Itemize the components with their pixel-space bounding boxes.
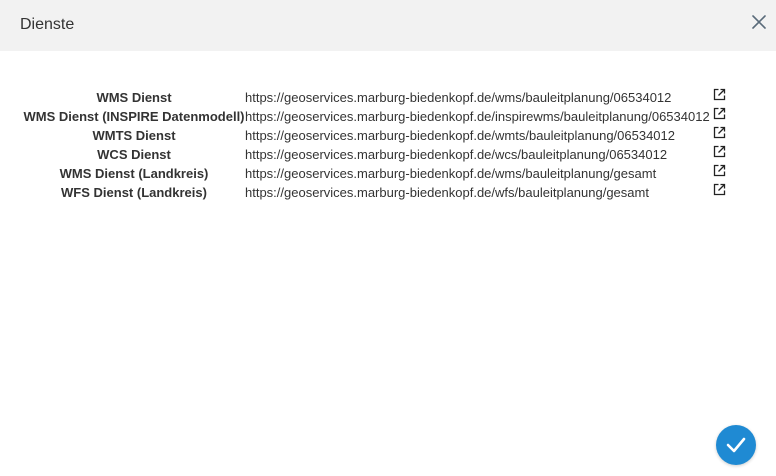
external-link-icon[interactable] xyxy=(713,145,726,158)
service-url[interactable]: https://geoservices.marburg-biedenkopf.d… xyxy=(245,88,671,107)
service-url[interactable]: https://geoservices.marburg-biedenkopf.d… xyxy=(245,145,667,164)
service-row: WMS Dienst https://geoservices.marburg-b… xyxy=(0,88,776,107)
dialog-header: Dienste xyxy=(0,0,776,51)
service-label: WMS Dienst (INSPIRE Datenmodell) xyxy=(23,109,245,124)
service-label: WCS Dienst xyxy=(97,147,171,162)
service-row: WMS Dienst (INSPIRE Datenmodell) https:/… xyxy=(0,107,776,126)
external-link-icon[interactable] xyxy=(713,126,726,139)
service-url[interactable]: https://geoservices.marburg-biedenkopf.d… xyxy=(245,126,675,145)
dialog-title: Dienste xyxy=(20,16,75,33)
service-row: WFS Dienst (Landkreis) https://geoservic… xyxy=(0,183,776,202)
external-link-icon[interactable] xyxy=(713,107,726,120)
service-row: WMS Dienst (Landkreis) https://geoservic… xyxy=(0,164,776,183)
service-url[interactable]: https://geoservices.marburg-biedenkopf.d… xyxy=(245,183,649,202)
services-dialog: Dienste WMS Dienst https://geoservices.m… xyxy=(0,0,776,476)
service-label: WMS Dienst (Landkreis) xyxy=(59,166,209,181)
service-url[interactable]: https://geoservices.marburg-biedenkopf.d… xyxy=(245,164,656,183)
service-label: WMS Dienst xyxy=(96,90,172,105)
checkmark-icon xyxy=(726,437,746,453)
service-row: WMTS Dienst https://geoservices.marburg-… xyxy=(0,126,776,145)
service-label: WMTS Dienst xyxy=(92,128,176,143)
close-button[interactable] xyxy=(750,13,768,31)
service-row: WCS Dienst https://geoservices.marburg-b… xyxy=(0,145,776,164)
service-label: WFS Dienst (Landkreis) xyxy=(61,185,207,200)
confirm-button[interactable] xyxy=(716,425,756,465)
close-icon xyxy=(752,15,766,29)
service-url[interactable]: https://geoservices.marburg-biedenkopf.d… xyxy=(245,107,710,126)
external-link-icon[interactable] xyxy=(713,183,726,196)
external-link-icon[interactable] xyxy=(713,88,726,101)
external-link-icon[interactable] xyxy=(713,164,726,177)
